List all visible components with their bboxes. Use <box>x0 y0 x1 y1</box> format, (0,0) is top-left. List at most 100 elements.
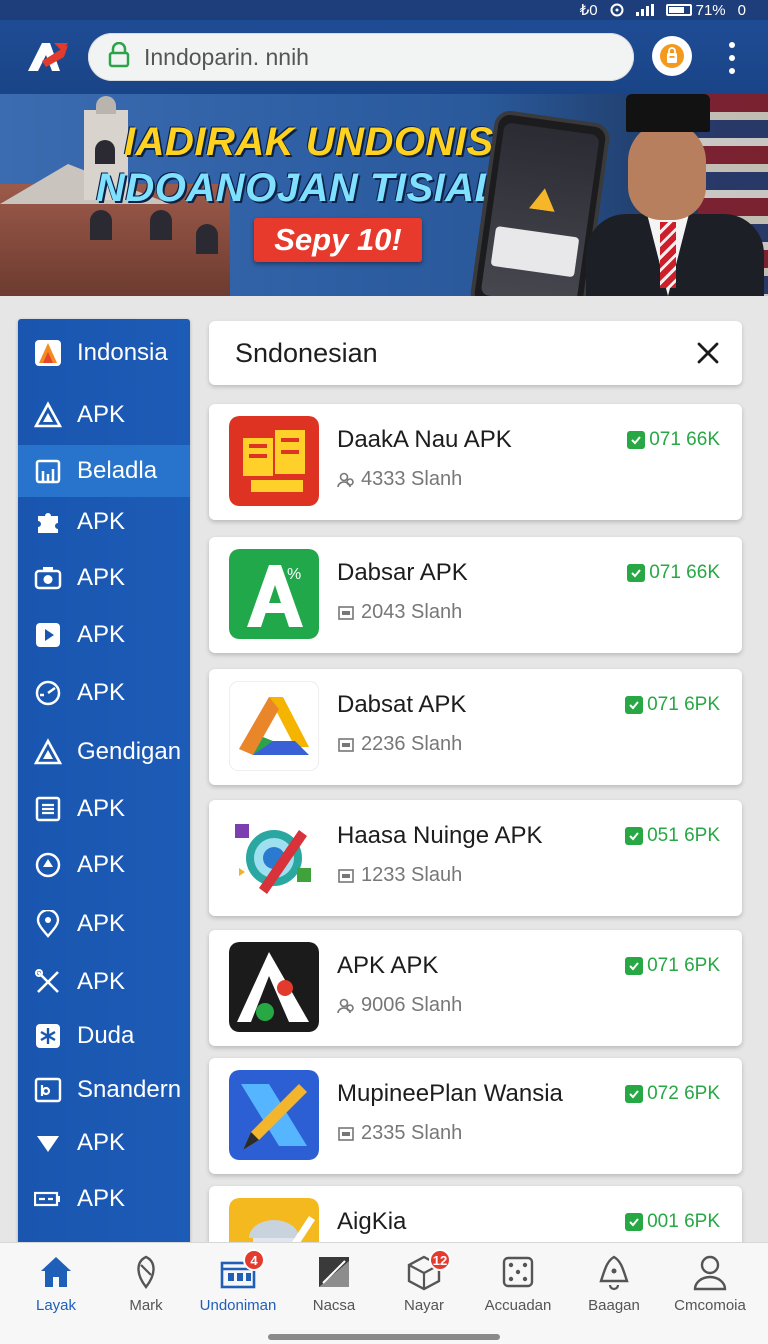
sidebar-item-snandern[interactable]: Snandern <box>18 1064 190 1116</box>
sidebar-item-label: APK <box>77 564 126 591</box>
sidebar-item-apk-11[interactable]: APK <box>18 1173 190 1225</box>
nav-badge: 4 <box>243 1249 265 1271</box>
check-icon <box>625 827 644 845</box>
list-item[interactable]: MupineePlan Wansia 2335 Slanh 072 6PK <box>209 1058 742 1174</box>
sidebar-item-apk-8[interactable]: APK <box>18 898 190 950</box>
nav-label: Nacsa <box>312 1297 356 1314</box>
black-a-icon <box>229 942 319 1032</box>
home-indicator[interactable] <box>268 1334 500 1340</box>
promo-banner[interactable]: IADIRAK UNDONISII NDOANOJAN TISIALS Sepy… <box>0 94 768 296</box>
app-name: Haasa Nuinge APK <box>337 822 543 849</box>
box-icon <box>338 1126 354 1141</box>
nav-item-nacsa[interactable]: Nacsa <box>286 1253 382 1323</box>
nav-item-baagan[interactable]: Baagan <box>566 1253 662 1323</box>
sidebar-item-indonsia[interactable]: Indonsia <box>18 327 190 379</box>
speed-icon <box>33 678 63 708</box>
nav-item-nayar[interactable]: 12 Nayar <box>376 1249 472 1323</box>
url-input[interactable] <box>144 43 584 71</box>
status-right-text: 0 <box>737 1 746 19</box>
tools-icon <box>33 967 63 997</box>
list-item[interactable]: % Dabsar APK 2043 Slanh 071 66K <box>209 537 742 653</box>
search-box[interactable] <box>209 321 742 385</box>
red-tiles-icon <box>229 416 319 506</box>
list-item[interactable]: Dabsat APK 2236 Slanh 071 6PK <box>209 669 742 785</box>
sidebar-item-gendigan[interactable]: Gendigan <box>18 726 190 778</box>
sidebar-item-label: APK <box>77 679 126 706</box>
image-icon <box>315 1253 353 1291</box>
check-icon <box>625 957 644 975</box>
calendar-icon <box>33 1075 63 1105</box>
nav-label: Layak <box>35 1297 77 1314</box>
check-icon <box>627 564 646 582</box>
banner-title: IADIRAK UNDONISII <box>124 120 517 164</box>
package-icon: 12 <box>405 1249 451 1291</box>
browser-toolbar <box>0 20 768 94</box>
sidebar-item-beladla[interactable]: Beladla <box>18 445 190 497</box>
camera-icon <box>33 563 63 593</box>
users-icon <box>337 472 354 487</box>
sidebar-item-duda[interactable]: Duda <box>18 1010 190 1062</box>
sidebar-item-label: APK <box>77 401 126 428</box>
users-icon <box>337 998 354 1013</box>
address-bar[interactable] <box>88 33 634 81</box>
nav-item-cmcomoia[interactable]: Cmcomoia <box>662 1253 758 1323</box>
sidebar-item-apk-10[interactable]: APK <box>18 1117 190 1169</box>
sidebar-item-label: APK <box>77 508 126 535</box>
tag-icon <box>127 1253 165 1291</box>
sidebar-item-label: APK <box>77 795 126 822</box>
sidebar-item-apk-7[interactable]: APK <box>18 839 190 891</box>
list-item[interactable]: DaakA Nau APK 4333 Slanh 071 66K <box>209 404 742 520</box>
more-vertical-icon[interactable] <box>722 42 742 74</box>
battery-percent: 71% <box>695 1 726 19</box>
status-left-text: ₺0 <box>579 2 598 19</box>
nav-item-layak[interactable]: Layak <box>8 1253 104 1323</box>
store-icon <box>33 456 63 486</box>
app-size: 072 6PK <box>647 1083 720 1104</box>
nav-item-undoniman[interactable]: 4 Undoniman <box>190 1249 286 1323</box>
sidebar-item-label: Gendigan <box>77 738 182 765</box>
app-size: 051 6PK <box>647 825 720 846</box>
banner-subtitle: NDOANOJAN TISIALS <box>96 166 527 210</box>
list-item[interactable]: APK APK 9006 Slanh 071 6PK <box>209 930 742 1046</box>
sidebar-item-label: APK <box>77 968 126 995</box>
sidebar-item-apk-1[interactable]: APK <box>18 389 190 441</box>
nav-label: Mark <box>129 1297 163 1314</box>
green-a-icon: % <box>229 549 319 639</box>
red-blue-a-logo[interactable] <box>24 39 70 75</box>
triangle-icon <box>33 400 63 430</box>
sidebar-item-apk-9[interactable]: APK <box>18 956 190 1008</box>
app-name: Dabsar APK <box>337 559 468 586</box>
document-icon <box>33 794 63 824</box>
sidebar-item-apk-4[interactable]: APK <box>18 609 190 661</box>
banner-cta-button[interactable]: Sepy 10! <box>254 218 422 262</box>
target-icon <box>33 850 63 880</box>
check-icon <box>627 431 646 449</box>
battery-icon <box>665 4 692 16</box>
app-downloads: 1233 Slauh <box>361 864 463 886</box>
sidebar-item-apk-6[interactable]: APK <box>18 783 190 835</box>
sidebar-item-label: APK <box>77 621 126 648</box>
triangle-icon <box>33 737 63 767</box>
app-size: 071 66K <box>649 429 720 450</box>
nav-item-mark[interactable]: Mark <box>98 1253 194 1323</box>
sidebar-item-label: APK <box>77 851 126 878</box>
sidebar-item-apk-5[interactable]: APK <box>18 667 190 719</box>
nav-item-accuadan[interactable]: Accuadan <box>470 1253 566 1323</box>
shopping-bag-icon[interactable] <box>652 36 692 76</box>
alarm-icon <box>610 3 624 17</box>
signal-icon <box>635 4 654 16</box>
snowflake-icon <box>33 1021 63 1051</box>
nav-label: Nayar <box>403 1297 444 1314</box>
sidebar-item-label: APK <box>77 1129 126 1156</box>
sidebar-item-apk-2[interactable]: APK <box>18 496 190 548</box>
nav-label: Undoniman <box>199 1297 277 1314</box>
sidebar-item-label: Snandern <box>77 1076 182 1103</box>
nav-label: Baagan <box>588 1297 640 1314</box>
close-icon[interactable] <box>694 339 722 367</box>
sidebar-item-apk-3[interactable]: APK <box>18 552 190 604</box>
blue-pen-icon <box>229 1070 319 1160</box>
app-downloads: 2236 Slanh <box>361 733 463 755</box>
box-icon <box>338 605 354 620</box>
list-item[interactable]: Haasa Nuinge APK 1233 Slauh 051 6PK <box>209 800 742 916</box>
search-input[interactable] <box>235 337 655 369</box>
